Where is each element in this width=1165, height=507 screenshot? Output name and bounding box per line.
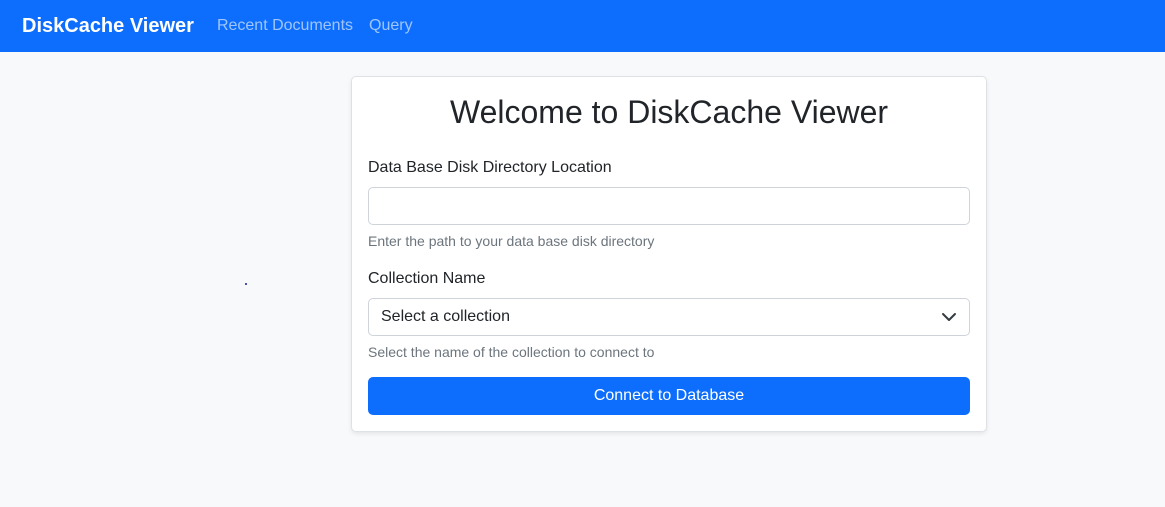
directory-input[interactable] [368, 187, 970, 225]
nav-link-recent-documents[interactable]: Recent Documents [217, 17, 353, 35]
nav-link-query[interactable]: Query [369, 17, 413, 35]
collection-select-value: Select a collection [381, 308, 510, 325]
connect-card: Welcome to DiskCache Viewer Data Base Di… [351, 76, 987, 432]
chevron-down-icon [941, 309, 957, 325]
collection-label: Collection Name [368, 270, 486, 287]
directory-help-text: Enter the path to your data base disk di… [368, 233, 655, 249]
page-title: Welcome to DiskCache Viewer [449, 94, 889, 130]
stray-dot [245, 283, 247, 285]
directory-label: Data Base Disk Directory Location [368, 159, 612, 176]
collection-select[interactable]: Select a collection [368, 298, 970, 336]
connect-button[interactable]: Connect to Database [368, 377, 970, 415]
brand-link[interactable]: DiskCache Viewer [22, 15, 194, 38]
collection-help-text: Select the name of the collection to con… [368, 344, 655, 360]
navbar: DiskCache Viewer Recent Documents Query [0, 0, 1165, 52]
